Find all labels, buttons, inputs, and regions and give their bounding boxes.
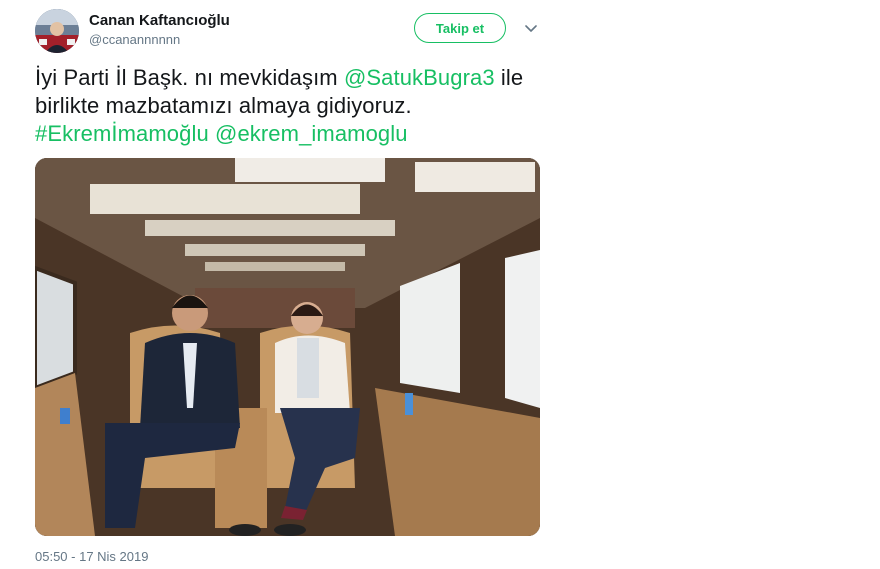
author-display-name[interactable]: Canan Kaftancıoğlu: [89, 12, 230, 29]
tweet-photo[interactable]: [35, 158, 540, 536]
chevron-down-icon[interactable]: [522, 20, 540, 38]
tweet-text: İyi Parti İl Başk. nı mevkidaşım @SatukB…: [35, 64, 555, 148]
tweet-timestamp[interactable]: 05:50 - 17 Nis 2019: [35, 549, 148, 564]
follow-button[interactable]: Takip et: [414, 13, 506, 43]
hashtag-link[interactable]: #Ekremİmamoğlu: [35, 121, 209, 146]
tweet-text-part: İyi Parti İl Başk. nı mevkidaşım: [35, 65, 344, 90]
author-handle[interactable]: @ccanannnnnn: [89, 32, 180, 47]
mention-link[interactable]: @ekrem_imamoglu: [215, 121, 408, 146]
tweet: Canan Kaftancıoğlu @ccanannnnnn Takip et…: [0, 0, 880, 569]
avatar[interactable]: [35, 9, 79, 53]
mention-link[interactable]: @SatukBugra3: [344, 65, 495, 90]
